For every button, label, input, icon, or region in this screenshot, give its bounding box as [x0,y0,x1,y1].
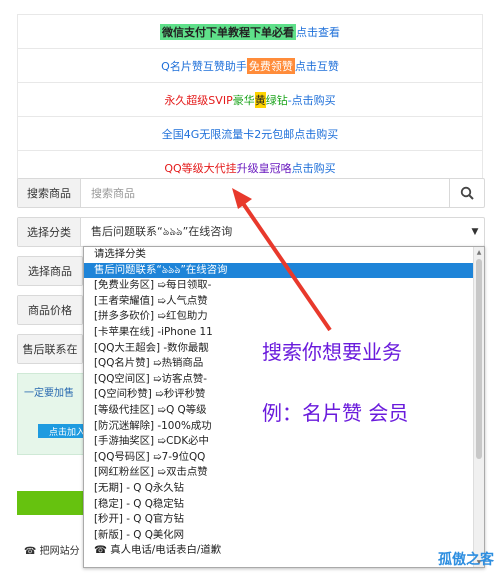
watermark: 孤傲之客 [438,552,494,568]
annotation-line-2: 例：名片赞 会员 [262,401,409,425]
annotation-arrow [232,188,332,332]
annotation-line-1: 搜索你想要业务 [262,340,402,364]
